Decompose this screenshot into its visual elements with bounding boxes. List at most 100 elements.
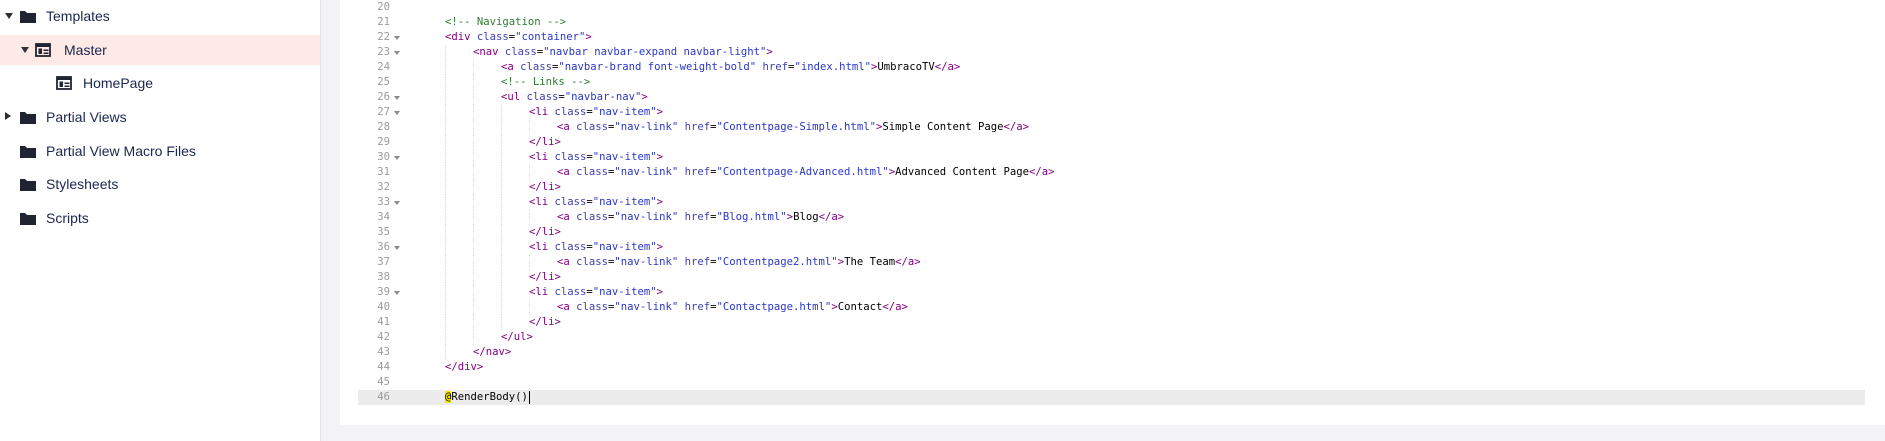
code-token: </li> — [529, 226, 561, 238]
code-token: "navbar navbar-expand navbar-light" — [543, 46, 767, 58]
code-token: "nav-link" — [614, 121, 679, 133]
fold-toggle-icon[interactable] — [394, 156, 400, 160]
code-token: </a> — [895, 256, 921, 268]
code-text: <a class="navbar-brand font-weight-bold"… — [501, 60, 960, 75]
code-text: <a class="nav-link" href="Contentpage-Si… — [557, 120, 1029, 135]
code-line[interactable]: 31 <a class="nav-link" href="Contentpage-… — [358, 165, 1865, 180]
code-line[interactable]: 36 <li class="nav-item"> — [358, 240, 1865, 255]
line-number: 38 — [377, 271, 390, 283]
code-token: href — [684, 121, 711, 133]
code-line[interactable]: 33 <li class="nav-item"> — [358, 195, 1865, 210]
code-token: Advanced Content Page — [895, 166, 1030, 178]
code-line[interactable]: 22 <div class="container"> — [358, 30, 1865, 45]
code-text: <a class="nav-link" href="Contactpage.ht… — [557, 300, 908, 315]
line-number: 45 — [377, 376, 390, 388]
code-token: <a — [557, 301, 577, 313]
indent-guide — [501, 150, 502, 165]
code-token: <a — [557, 166, 577, 178]
fold-toggle-icon[interactable] — [394, 111, 400, 115]
code-text: <a class="nav-link" href="Contentpage2.h… — [557, 255, 921, 270]
tree-item-templates[interactable]: Templates — [0, 1, 320, 31]
code-token: <!-- Links --> — [501, 76, 591, 88]
code-line[interactable]: 29 </li> — [358, 135, 1865, 150]
indent-guide — [501, 240, 502, 255]
fold-toggle-icon[interactable] — [394, 51, 400, 55]
code-token: </a> — [882, 301, 908, 313]
code-token: class — [576, 211, 609, 223]
indent-guide — [445, 210, 446, 225]
code-token: class — [576, 256, 609, 268]
line-number: 35 — [377, 226, 390, 238]
code-text: </ul> — [501, 330, 533, 345]
indent-guide — [529, 255, 530, 270]
caret-down-icon[interactable] — [21, 47, 29, 53]
line-number: 29 — [377, 136, 390, 148]
code-editor[interactable]: 20 21 <!-- Navigation --> 22 <div class="con… — [358, 0, 1865, 410]
folder-icon — [19, 176, 37, 192]
code-token: <li — [529, 286, 555, 298]
code-token: "container" — [515, 31, 586, 43]
line-number: 22 — [377, 31, 390, 43]
tree-item-scripts[interactable]: Scripts — [0, 203, 320, 233]
tree-item-label: Partial Views — [46, 109, 127, 125]
tree-item-homepage[interactable]: HomePage — [0, 68, 320, 98]
indent-guide — [501, 180, 502, 195]
code-line[interactable]: 46 @RenderBody() — [358, 390, 1865, 405]
indent-guide — [473, 75, 474, 90]
code-token: <!-- Navigation --> — [445, 16, 567, 28]
code-token: <nav — [473, 46, 505, 58]
code-line[interactable]: 32 </li> — [358, 180, 1865, 195]
line-number: 43 — [377, 346, 390, 358]
code-token: </a> — [1003, 121, 1030, 133]
indent-guide — [501, 255, 502, 270]
code-token: <li — [529, 241, 555, 253]
caret-right-icon[interactable] — [5, 112, 11, 120]
code-line[interactable]: 45 — [358, 375, 1865, 390]
code-line[interactable]: 24 <a class="navbar-brand font-weight-bol… — [358, 60, 1865, 75]
code-line[interactable]: 41 </li> — [358, 315, 1865, 330]
code-line[interactable]: 38 </li> — [358, 270, 1865, 285]
caret-down-icon[interactable] — [5, 13, 13, 19]
code-token: Blog — [793, 211, 819, 223]
indent-guide — [445, 285, 446, 300]
fold-toggle-icon[interactable] — [394, 201, 400, 205]
fold-toggle-icon[interactable] — [394, 96, 400, 100]
code-token: class — [554, 151, 587, 163]
line-number: 41 — [377, 316, 390, 328]
indent-guide — [473, 210, 474, 225]
code-line[interactable]: 30 <li class="nav-item"> — [358, 150, 1865, 165]
code-line[interactable]: 21 <!-- Navigation --> — [358, 15, 1865, 30]
code-line[interactable]: 34 <a class="nav-link" href="Blog.html">B… — [358, 210, 1865, 225]
fold-toggle-icon[interactable] — [394, 246, 400, 250]
code-line[interactable]: 23 <nav class="navbar navbar-expand navba… — [358, 45, 1865, 60]
code-line[interactable]: 43 </nav> — [358, 345, 1865, 360]
code-line[interactable]: 39 <li class="nav-item"> — [358, 285, 1865, 300]
code-text: <nav class="navbar navbar-expand navbar-… — [473, 45, 773, 60]
code-line[interactable]: 40 <a class="nav-link" href="Contactpage.… — [358, 300, 1865, 315]
code-line[interactable]: 20 — [358, 0, 1865, 15]
code-line[interactable]: 42 </ul> — [358, 330, 1865, 345]
code-line[interactable]: 26 <ul class="navbar-nav"> — [358, 90, 1865, 105]
code-line[interactable]: 25 <!-- Links --> — [358, 75, 1865, 90]
fold-toggle-icon[interactable] — [394, 36, 400, 40]
code-line[interactable]: 27 <li class="nav-item"> — [358, 105, 1865, 120]
code-line[interactable]: 35 </li> — [358, 225, 1865, 240]
line-number: 34 — [377, 211, 390, 223]
tree-item-partial-views[interactable]: Partial Views — [0, 102, 320, 132]
tree-item-master[interactable]: Master — [0, 35, 320, 65]
tree-item-partial-view-macro-files[interactable]: Partial View Macro Files — [0, 136, 320, 166]
code-token: <div — [445, 31, 477, 43]
indent-guide — [445, 135, 446, 150]
folder-icon — [19, 210, 37, 226]
tree-item-stylesheets[interactable]: Stylesheets — [0, 169, 320, 199]
indent-guide — [445, 330, 446, 345]
fold-toggle-icon[interactable] — [394, 291, 400, 295]
indent-guide — [473, 135, 474, 150]
code-line[interactable]: 37 <a class="nav-link" href="Contentpage2… — [358, 255, 1865, 270]
code-line[interactable]: 44 </div> — [358, 360, 1865, 375]
code-token: > — [766, 46, 773, 58]
indent-guide — [445, 315, 446, 330]
code-line[interactable]: 28 <a class="nav-link" href="Contentpage-… — [358, 120, 1865, 135]
indent-guide — [501, 315, 502, 330]
indent-guide — [445, 60, 446, 75]
